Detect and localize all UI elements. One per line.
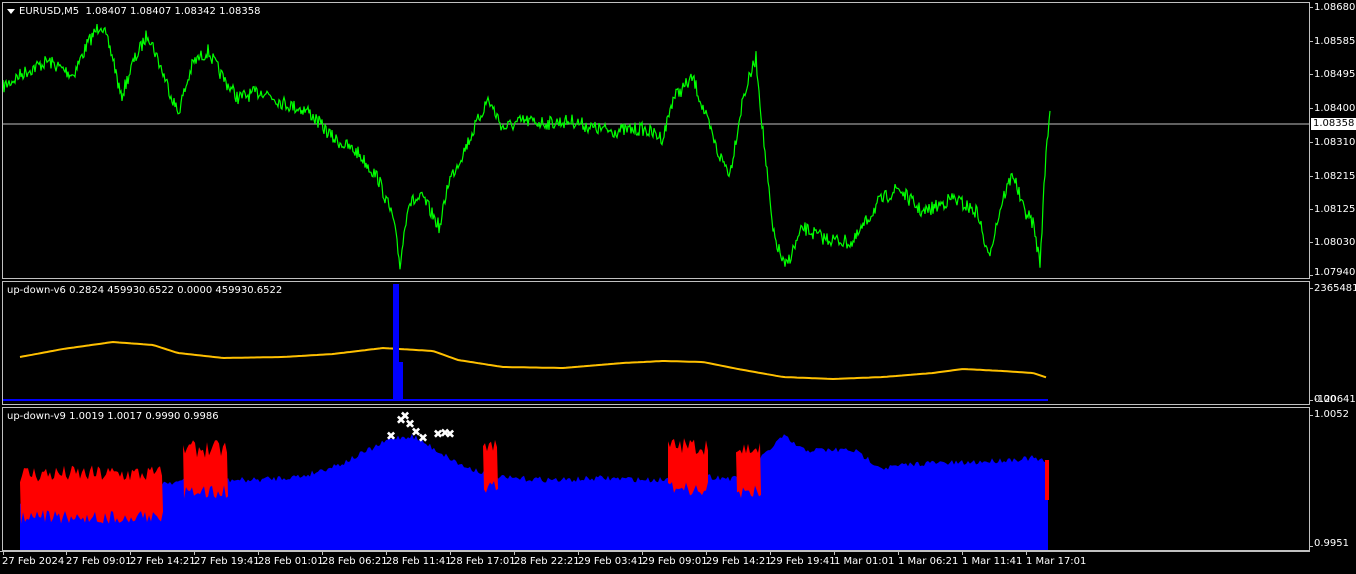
time-label: 27 Feb 2024 xyxy=(2,556,65,567)
time-label: 29 Feb 03:41 xyxy=(578,556,644,567)
price-tick: 1.08400 xyxy=(1314,103,1356,114)
cross-marker: ✖ xyxy=(445,427,455,441)
red-area xyxy=(736,442,761,498)
time-label: 1 Mar 01:01 xyxy=(834,556,895,567)
blue-area xyxy=(20,434,1048,550)
current-price-marker: 1.08358 xyxy=(1311,118,1356,130)
ohlc-values: 1.08407 1.08407 1.08342 1.08358 xyxy=(85,6,261,17)
spike-bar xyxy=(393,284,399,400)
collapse-triangle-icon[interactable] xyxy=(7,8,15,14)
scale-tick: 2365481.9 xyxy=(1314,283,1356,294)
cross-marker: ✖ xyxy=(418,431,428,445)
indicator-scale-v6[interactable]: 2365481.9 -120641.9 0.00 xyxy=(1310,281,1356,405)
time-label: 27 Feb 14:21 xyxy=(130,556,196,567)
symbol-header: EURUSD,M5 1.08407 1.08407 1.08342 1.0835… xyxy=(7,6,260,17)
indicator-scale-v9[interactable]: 1.0052 0.9951 xyxy=(1310,407,1356,551)
time-label: 1 Mar 17:01 xyxy=(1026,556,1087,567)
time-label: 29 Feb 14:21 xyxy=(706,556,772,567)
spike-bar xyxy=(399,362,403,400)
up-down-v9-chart: ✖✖✖✖✖✖ ✖✖✖ xyxy=(20,409,1049,550)
indicator-label-v9: up-down-v9 1.0019 1.0017 0.9990 0.9986 xyxy=(7,411,219,422)
time-axis[interactable]: 27 Feb 2024 27 Feb 09:01 27 Feb 14:21 27… xyxy=(0,551,1310,574)
time-label: 28 Feb 11:41 xyxy=(386,556,452,567)
price-tick: 1.08310 xyxy=(1314,137,1356,148)
time-label: 1 Mar 11:41 xyxy=(962,556,1023,567)
time-label: 1 Mar 06:21 xyxy=(898,556,959,567)
indicator-pane-up-down-v6[interactable]: up-down-v6 0.2824 459930.6522 0.0000 459… xyxy=(2,281,1310,405)
cross-marker: ✖ xyxy=(386,429,396,443)
time-label: 27 Feb 19:41 xyxy=(194,556,260,567)
red-area xyxy=(1045,460,1049,500)
price-chart-pane[interactable]: EURUSD,M5 1.08407 1.08407 1.08342 1.0835… xyxy=(2,2,1310,279)
time-label: 28 Feb 22:21 xyxy=(514,556,580,567)
price-tick: 1.08030 xyxy=(1314,237,1356,248)
price-tick: 1.08125 xyxy=(1314,204,1356,215)
scale-tick: 0.9951 xyxy=(1314,538,1349,549)
price-tick: 1.08215 xyxy=(1314,171,1356,182)
up-down-v6-chart xyxy=(3,284,1048,401)
red-area xyxy=(183,440,228,499)
price-series-line xyxy=(3,24,1051,270)
red-area xyxy=(668,438,708,496)
time-label: 28 Feb 17:01 xyxy=(450,556,516,567)
price-tick: 1.08495 xyxy=(1314,69,1356,80)
price-scale[interactable]: 1.08680 1.08585 1.08495 1.08400 1.08310 … xyxy=(1310,2,1356,279)
indicator-label-v6: up-down-v6 0.2824 459930.6522 0.0000 459… xyxy=(7,285,283,296)
indicator-pane-up-down-v9[interactable]: ✖ ✖ ✖ ✖ ✖ ✖ ✖ ✖ ✖ up-down-v9 1.0019 1.0017 0.999… xyxy=(2,407,1310,551)
price-tick: 1.07940 xyxy=(1314,267,1356,278)
price-tick: 1.08585 xyxy=(1314,36,1356,47)
moving-average-line xyxy=(19,340,1047,381)
time-label: 28 Feb 01:01 xyxy=(258,556,324,567)
time-label: 27 Feb 09:01 xyxy=(66,556,132,567)
time-label: 29 Feb 09:01 xyxy=(642,556,708,567)
time-label: 29 Feb 19:41 xyxy=(770,556,836,567)
scale-tick: 1.0052 xyxy=(1314,409,1349,420)
price-tick: 1.08680 xyxy=(1314,2,1356,13)
scale-tick: 0.00 xyxy=(1314,394,1337,405)
time-label: 28 Feb 06:21 xyxy=(322,556,388,567)
price-line-chart xyxy=(3,24,1309,270)
symbol-name: EURUSD,M5 xyxy=(19,6,80,17)
